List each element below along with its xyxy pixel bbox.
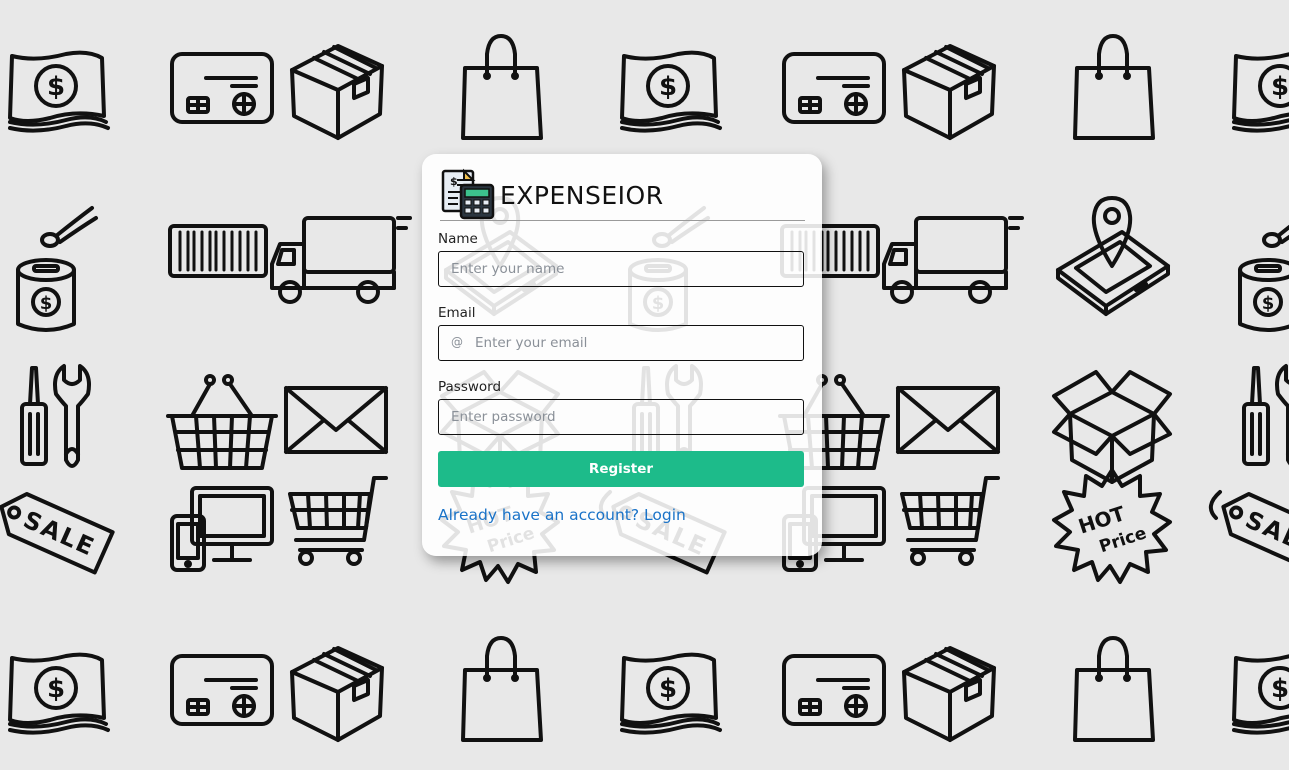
- email-field-wrapper: @: [438, 325, 804, 361]
- name-field-wrapper: [438, 251, 804, 287]
- expense-logo-icon: $: [441, 168, 495, 220]
- brand-header: $ EXPENSEIOR: [440, 168, 805, 221]
- login-link[interactable]: Already have an account? Login: [438, 506, 686, 524]
- email-input[interactable]: [439, 326, 803, 360]
- password-field-wrapper: [438, 399, 804, 435]
- email-label: Email: [438, 305, 476, 321]
- svg-text:$: $: [450, 175, 458, 188]
- register-card: $ EXPENSEIOR Name Email @ Pass: [422, 154, 822, 556]
- name-input[interactable]: [439, 252, 803, 286]
- password-input[interactable]: [439, 400, 803, 434]
- register-button[interactable]: Register: [438, 451, 804, 487]
- app-title: EXPENSEIOR: [500, 180, 664, 210]
- password-label: Password: [438, 379, 502, 395]
- name-label: Name: [438, 231, 478, 247]
